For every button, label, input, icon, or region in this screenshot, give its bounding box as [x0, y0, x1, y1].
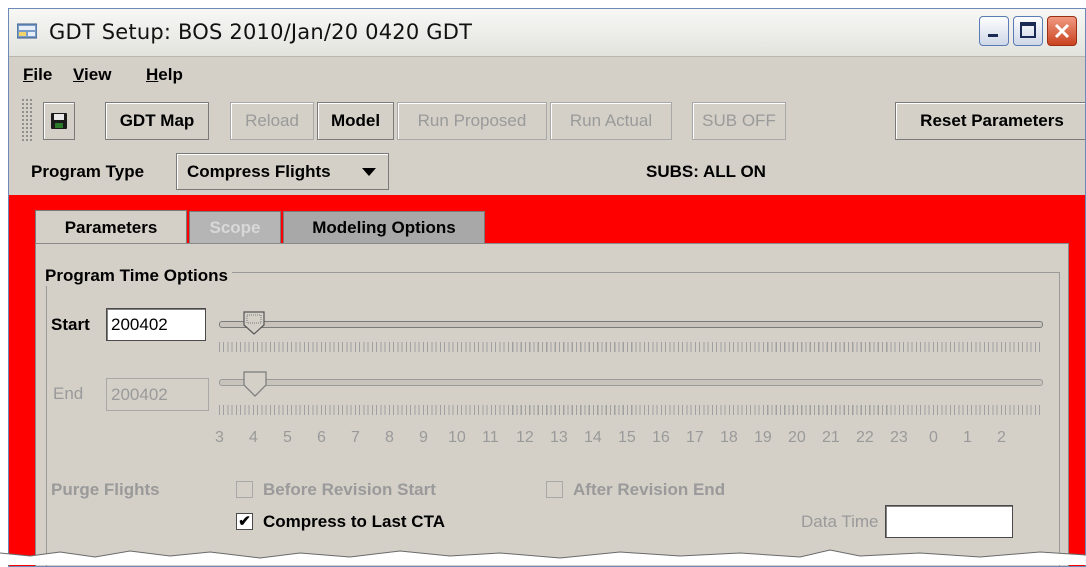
hour-tick: 5 — [283, 429, 292, 446]
end-slider-track[interactable] — [219, 379, 1043, 386]
hour-tick: 8 — [385, 429, 394, 446]
start-slider-ticks — [219, 342, 1043, 352]
maximize-icon — [1020, 22, 1036, 38]
data-time-label: Data Time — [801, 512, 879, 531]
subs-status: SUBS: ALL ON — [646, 162, 766, 181]
compress-to-last-cta-label: Compress to Last CTA — [263, 512, 445, 531]
title-bar[interactable]: GDT Setup: BOS 2010/Jan/20 0420 GDT — [9, 9, 1085, 57]
hour-tick: 18 — [720, 429, 738, 446]
hour-tick: 22 — [856, 429, 874, 446]
program-type-value: Compress Flights — [187, 161, 331, 181]
run-actual-button[interactable]: Run Actual — [550, 102, 672, 140]
minimize-icon — [988, 34, 998, 37]
menu-view[interactable]: View — [73, 65, 111, 85]
model-button[interactable]: Model — [317, 102, 394, 140]
end-label: End — [53, 384, 84, 403]
hour-tick: 6 — [317, 429, 326, 446]
hour-tick: 1 — [963, 429, 972, 446]
maximize-button[interactable] — [1013, 16, 1043, 46]
hour-tick: 20 — [788, 429, 806, 446]
program-time-options-title: Program Time Options — [45, 266, 232, 286]
close-button[interactable] — [1047, 16, 1077, 46]
start-time-field[interactable]: 200402 — [106, 308, 206, 341]
hour-tick: 16 — [652, 429, 670, 446]
chevron-down-icon — [362, 168, 376, 176]
hour-tick: 21 — [822, 429, 840, 446]
save-button[interactable] — [43, 102, 75, 140]
menu-help-accel: H — [146, 65, 159, 84]
hour-tick: 9 — [419, 429, 428, 446]
minimize-button[interactable] — [979, 16, 1009, 46]
before-revision-start-checkbox[interactable] — [236, 481, 253, 498]
tab-parameters[interactable]: Parameters — [35, 210, 187, 244]
tab-modeling-options[interactable]: Modeling Options — [283, 211, 485, 243]
menu-file[interactable]: File — [23, 65, 52, 85]
reload-button[interactable]: Reload — [230, 102, 314, 140]
after-revision-end-label: After Revision End — [573, 480, 726, 499]
before-revision-start-label: Before Revision Start — [263, 480, 436, 499]
start-label: Start — [51, 315, 90, 334]
program-type-label: Program Type — [31, 162, 145, 181]
toolbar: GDT Map Reload Model Run Proposed Run Ac… — [9, 92, 1085, 148]
compress-to-last-cta-checkbox[interactable]: ✔ — [236, 513, 253, 530]
gdt-map-button[interactable]: GDT Map — [105, 102, 209, 140]
floppy-disk-icon — [51, 113, 67, 129]
start-slider-track[interactable] — [219, 321, 1043, 328]
hour-tick: 11 — [482, 429, 499, 446]
end-slider-ticks — [219, 405, 1043, 415]
hour-tick: 2 — [997, 429, 1006, 446]
hour-tick: 17 — [686, 429, 704, 446]
menu-file-label: ile — [33, 65, 53, 84]
menu-view-label: iew — [84, 65, 112, 84]
menu-bar: File View Help — [9, 57, 1085, 91]
hour-tick: 12 — [516, 429, 534, 446]
reset-parameters-button[interactable]: Reset Parameters — [895, 102, 1085, 140]
hour-tick: 14 — [584, 429, 602, 446]
window-title: GDT Setup: BOS 2010/Jan/20 0420 GDT — [49, 20, 473, 44]
after-revision-end-checkbox[interactable] — [546, 481, 563, 498]
sub-off-button[interactable]: SUB OFF — [692, 102, 786, 140]
hour-tick: 3 — [215, 429, 224, 446]
menu-help-label: elp — [158, 65, 183, 84]
hour-tick: 7 — [351, 429, 360, 446]
close-icon — [1054, 23, 1070, 39]
menu-file-accel: F — [23, 65, 34, 84]
hour-tick: 19 — [754, 429, 772, 446]
end-slider-thumb[interactable] — [243, 371, 267, 397]
hour-tick: 4 — [249, 429, 258, 446]
run-proposed-button[interactable]: Run Proposed — [397, 102, 547, 140]
purge-flights-label: Purge Flights — [51, 480, 160, 499]
hour-tick: 13 — [550, 429, 568, 446]
tab-scope[interactable]: Scope — [189, 211, 281, 243]
torn-edge — [0, 549, 1086, 565]
end-time-field[interactable]: 200402 — [106, 378, 209, 411]
program-type-select[interactable]: Compress Flights — [176, 153, 389, 190]
hour-tick: 15 — [618, 429, 636, 446]
gdt-setup-window: GDT Setup: BOS 2010/Jan/20 0420 GDT File… — [8, 8, 1086, 567]
menu-view-accel: V — [73, 65, 85, 84]
hour-tick: 0 — [929, 429, 938, 446]
start-slider-thumb[interactable] — [243, 311, 265, 335]
data-time-field[interactable] — [885, 505, 1013, 538]
checkmark-icon: ✔ — [238, 513, 251, 530]
hour-tick: 10 — [448, 429, 466, 446]
app-icon — [17, 23, 37, 39]
toolbar-grip[interactable] — [21, 98, 33, 142]
program-type-row: Program Type Compress Flights SUBS: ALL … — [9, 149, 1085, 195]
menu-help[interactable]: Help — [146, 65, 183, 85]
hour-tick: 23 — [890, 429, 908, 446]
